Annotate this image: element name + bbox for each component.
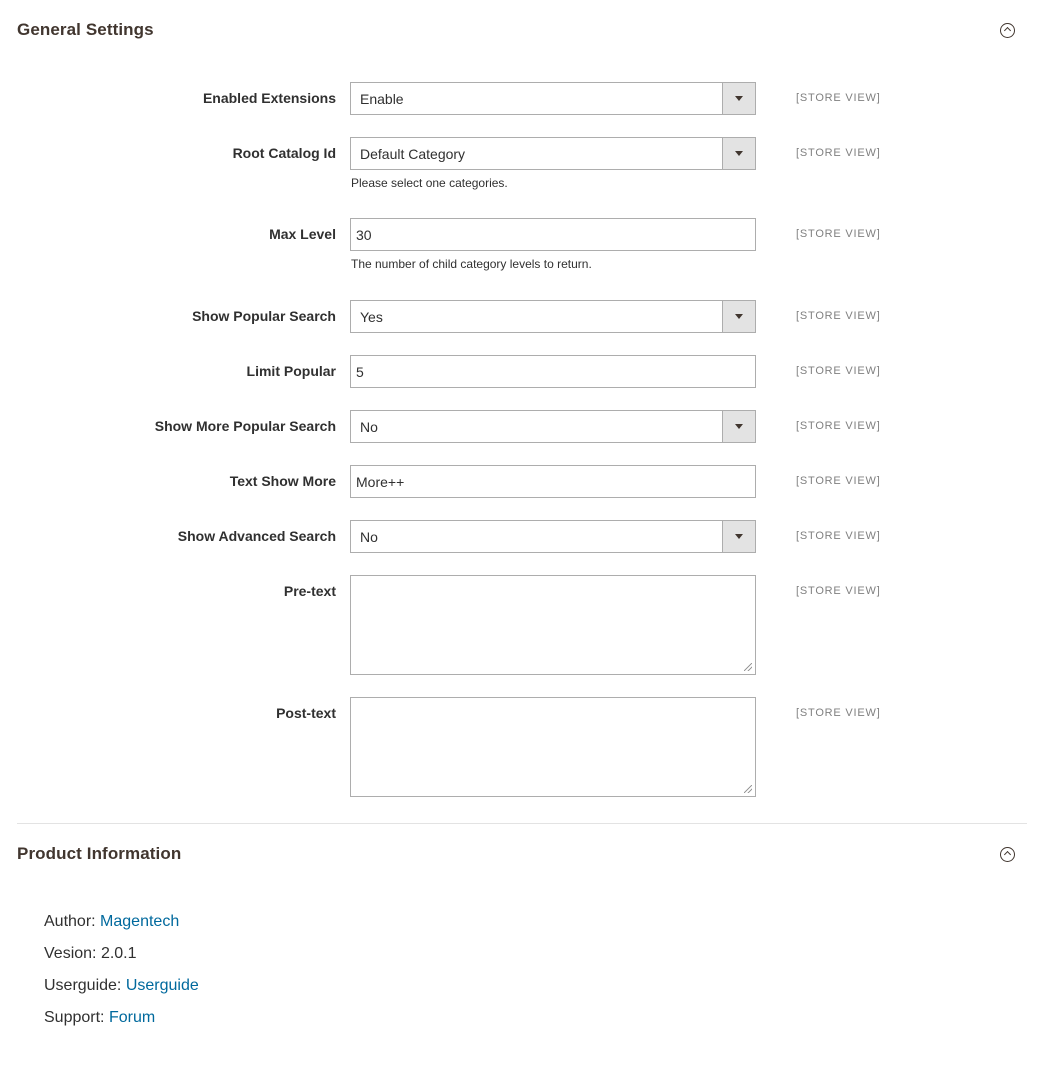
general-settings-header[interactable]: General Settings <box>17 15 1027 45</box>
support-link[interactable]: Forum <box>109 1009 155 1026</box>
caret-down-icon[interactable] <box>722 411 755 442</box>
chevron-up-circle-icon[interactable] <box>1000 22 1015 38</box>
caret-down-icon[interactable] <box>722 301 755 332</box>
version-line: Vesion: 2.0.1 <box>44 945 137 963</box>
userguide-label: Userguide: <box>44 977 122 994</box>
section-title: Product Information <box>17 844 182 863</box>
version-label: Vesion: <box>44 945 97 962</box>
enabled-extensions-select[interactable]: Enable <box>350 82 756 115</box>
scope-label: [STORE VIEW] <box>796 365 881 377</box>
version-value: 2.0.1 <box>100 945 137 962</box>
field-label: Limit Popular <box>246 363 336 379</box>
field-label: Text Show More <box>229 473 336 489</box>
select-value: Yes <box>360 309 383 325</box>
field-note: The number of child category levels to r… <box>351 257 592 271</box>
select-value: No <box>360 419 378 435</box>
scope-label: [STORE VIEW] <box>796 92 881 104</box>
root-catalog-select[interactable]: Default Category <box>350 137 756 170</box>
scope-label: [STORE VIEW] <box>796 147 881 159</box>
input-value: More++ <box>356 474 405 490</box>
field-note: Please select one categories. <box>351 176 508 190</box>
show-advanced-select[interactable]: No <box>350 520 756 553</box>
author-link[interactable]: Magentech <box>100 913 179 930</box>
show-more-popular-select[interactable]: No <box>350 410 756 443</box>
select-value: No <box>360 529 378 545</box>
field-label: Max Level <box>269 226 336 242</box>
field-label: Pre-text <box>283 583 336 599</box>
scope-label: [STORE VIEW] <box>796 228 881 240</box>
show-popular-select[interactable]: Yes <box>350 300 756 333</box>
input-value: 5 <box>356 364 364 380</box>
userguide-link[interactable]: Userguide <box>126 977 199 994</box>
userguide-line: Userguide: Userguide <box>44 977 199 995</box>
section-title: General Settings <box>17 20 154 39</box>
max-level-input[interactable]: 30 <box>350 218 756 251</box>
limit-popular-input[interactable]: 5 <box>350 355 756 388</box>
caret-down-icon[interactable] <box>722 138 755 169</box>
support-label: Support: <box>44 1009 105 1026</box>
scope-label: [STORE VIEW] <box>796 707 881 719</box>
support-line: Support: Forum <box>44 1009 155 1027</box>
caret-down-icon[interactable] <box>722 83 755 114</box>
chevron-up-circle-icon[interactable] <box>1000 846 1015 862</box>
resize-grip-icon[interactable] <box>744 785 752 793</box>
field-label: Enabled Extensions <box>202 90 336 106</box>
field-label: Root Catalog Id <box>232 145 336 161</box>
pre-text-textarea[interactable] <box>350 575 756 675</box>
section-divider <box>17 823 1027 824</box>
scope-label: [STORE VIEW] <box>796 420 881 432</box>
scope-label: [STORE VIEW] <box>796 585 881 597</box>
field-label: Show Popular Search <box>192 308 336 324</box>
post-text-textarea[interactable] <box>350 697 756 797</box>
field-label: Show Advanced Search <box>177 528 336 544</box>
author-label: Author: <box>44 913 96 930</box>
scope-label: [STORE VIEW] <box>796 530 881 542</box>
select-value: Enable <box>360 91 404 107</box>
resize-grip-icon[interactable] <box>744 663 752 671</box>
field-label: Show More Popular Search <box>154 418 336 434</box>
scope-label: [STORE VIEW] <box>796 310 881 322</box>
caret-down-icon[interactable] <box>722 521 755 552</box>
scope-label: [STORE VIEW] <box>796 475 881 487</box>
select-value: Default Category <box>360 146 466 162</box>
text-show-more-input[interactable]: More++ <box>350 465 756 498</box>
product-information-header[interactable]: Product Information <box>17 839 1027 869</box>
author-line: Author: Magentech <box>44 913 179 931</box>
field-label: Post-text <box>276 705 336 721</box>
input-value: 30 <box>356 227 372 243</box>
